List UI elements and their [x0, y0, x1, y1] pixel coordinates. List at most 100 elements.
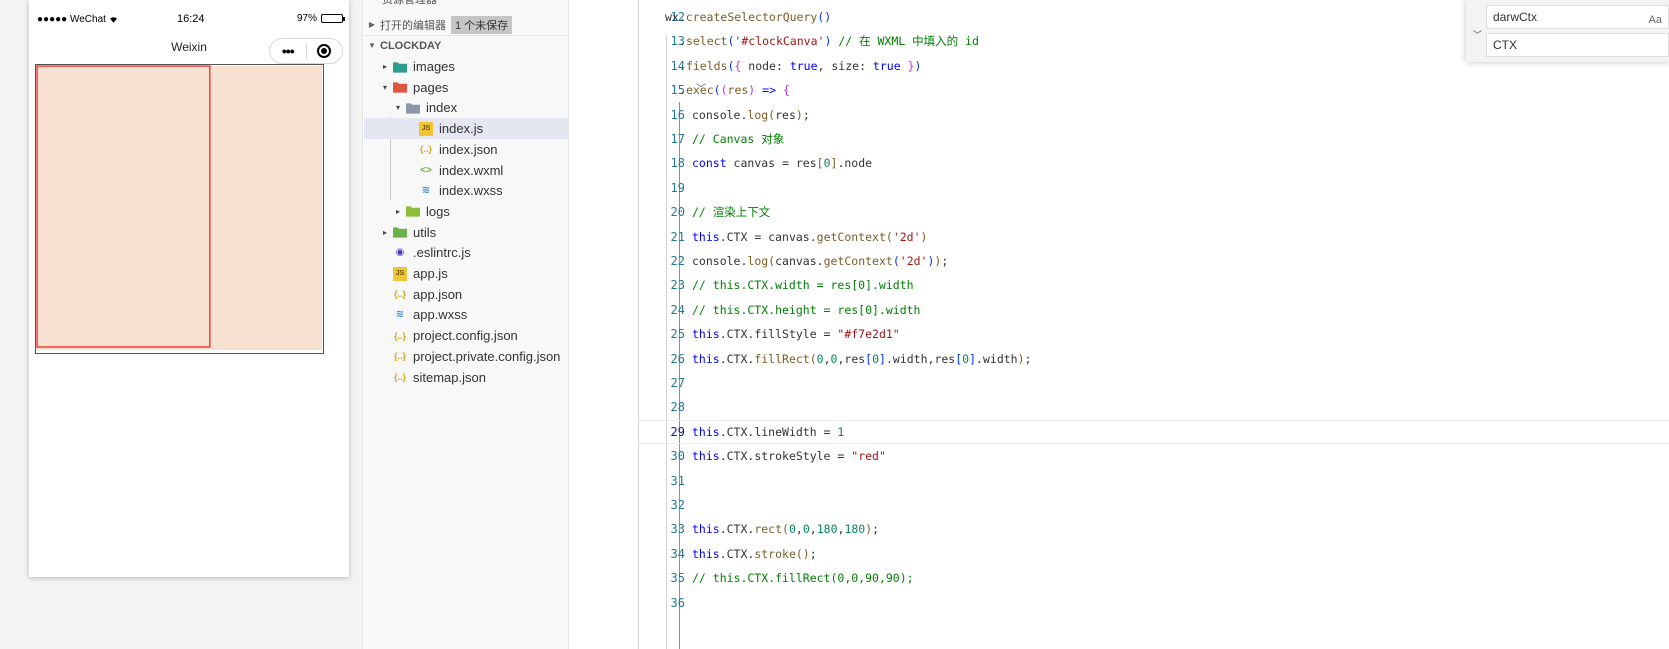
line-number: 27 — [670, 376, 685, 390]
code-token: "#f7e2d1" — [837, 327, 900, 342]
code-line[interactable]: const canvas = res[0].node — [692, 151, 872, 175]
code-line[interactable]: this.CTX.strokeStyle = "red" — [692, 444, 886, 468]
tree-item-utils[interactable]: ▸ utils — [364, 222, 568, 243]
chevron-right-icon[interactable]: ▸ — [393, 207, 403, 216]
code-token: } — [907, 58, 915, 73]
replace-input[interactable]: CTX — [1486, 33, 1669, 57]
chevron-right-icon: ▶ — [368, 20, 376, 29]
tree-item-app-json[interactable]: {..} app.json — [364, 284, 568, 305]
code-token: getContext — [823, 254, 893, 268]
explorer-title: 资源管理器 — [382, 0, 437, 6]
tree-item-project-config-json[interactable]: {..} project.config.json — [364, 325, 568, 346]
code-token: .CTX. — [719, 522, 755, 537]
code-line[interactable]: // this.CTX.width = res[0].width — [692, 273, 914, 297]
code-token: getContext — [816, 229, 886, 244]
code-line[interactable]: wx.createSelectorQuery() — [665, 5, 831, 29]
code-token: createSelectorQuery — [685, 10, 818, 24]
line-number: 22 — [670, 254, 685, 268]
folder-open-icon — [406, 101, 420, 115]
code-token: log — [747, 254, 769, 268]
tree-item-index[interactable]: ▾ index — [364, 97, 568, 118]
tree-item-eslintrc-js[interactable]: ◉ .eslintrc.js — [364, 242, 568, 263]
code-line[interactable]: this.CTX.fillRect(0,0,res[0].width,res[0… — [692, 347, 1031, 371]
chevron-down-icon[interactable]: ▾ — [380, 83, 390, 92]
tree-item-images[interactable]: ▸ images — [364, 56, 568, 77]
project-section[interactable]: ▼ CLOCKDAY — [364, 35, 568, 56]
code-line[interactable]: this.CTX = canvas.getContext('2d') — [692, 225, 927, 249]
tree-item-index-js[interactable]: JS index.js — [364, 118, 568, 140]
find-input[interactable]: darwCtx Aa — [1486, 5, 1669, 29]
code-token: this — [692, 424, 720, 439]
line-number: 28 — [670, 400, 685, 415]
tree-item-label: project.private.config.json — [413, 348, 561, 364]
js-file-icon: JS — [419, 121, 433, 136]
code-token: 0 — [872, 351, 880, 366]
code-line[interactable]: .exec((res) => { — [679, 78, 790, 102]
code-token: [ — [816, 156, 824, 171]
code-line[interactable]: this.CTX.stroke(); — [692, 542, 817, 566]
tree-item-app-wxss[interactable]: ≋ app.wxss — [364, 304, 568, 325]
line-number: 19 — [670, 180, 685, 195]
code-token: . — [679, 34, 686, 49]
code-line[interactable]: this.CTX.rect(0,0,180,180); — [692, 517, 879, 541]
code-token: , — [795, 522, 803, 537]
file-explorer: 资源管理器 ▶ 打开的编辑器 1 个未保存 ▼ CLOCKDAY ▸ images… — [364, 0, 569, 649]
chevron-right-icon[interactable]: ▸ — [380, 228, 390, 237]
code-token: select — [685, 34, 728, 49]
code-line[interactable]: console.log(res); — [692, 103, 810, 127]
chevron-down-icon[interactable]: ▾ — [393, 103, 403, 112]
code-line[interactable]: // Canvas 对象 — [692, 127, 784, 151]
code-token: ; — [872, 522, 880, 537]
code-token: .width,res — [885, 351, 956, 366]
tree-item-sitemap-json[interactable]: {..} sitemap.json — [364, 367, 568, 388]
wxml-file-icon: <> — [420, 164, 432, 176]
code-line[interactable]: // this.CTX.height = res[0].width — [692, 298, 920, 322]
tree-item-app-js[interactable]: JS app.js — [364, 263, 568, 284]
code-token: res — [727, 83, 749, 98]
code-line[interactable]: // this.CTX.fillRect(0,0,90,90); — [692, 566, 914, 590]
more-menu-button[interactable]: ••• — [270, 44, 306, 58]
close-miniprogram-button[interactable] — [306, 44, 342, 58]
tree-item-project-private-config-json[interactable]: {..} project.private.config.json — [364, 346, 568, 367]
code-line[interactable]: // 渲染上下文 — [692, 200, 770, 224]
code-token: ; — [1024, 351, 1032, 366]
code-token: // 渲染上下文 — [692, 205, 771, 220]
line-number: 24 — [670, 302, 685, 317]
chevron-down-icon[interactable]: ﹀ — [1473, 28, 1482, 41]
tree-item-label: app.wxss — [413, 307, 468, 323]
find-value: darwCtx — [1493, 10, 1538, 24]
code-token: this — [692, 449, 720, 464]
tree-item-pages[interactable]: ▾ pages — [364, 77, 568, 98]
code-token: ) — [920, 229, 928, 244]
find-replace-widget: ﹀ darwCtx Aa CTX — [1466, 0, 1669, 62]
code-line[interactable]: console.log(canvas.getContext('2d')); — [692, 249, 948, 273]
code-token: ; — [809, 546, 817, 561]
unsaved-badge: 1 个未保存 — [451, 15, 513, 34]
code-editor[interactable]: 12 wx.createSelectorQuery() 13 .select('#cl… — [570, 0, 1669, 649]
code-line[interactable]: .select('#clockCanva') // 在 WXML 中填入的 id — [679, 29, 979, 53]
battery-icon — [321, 14, 345, 23]
tree-item-index-wxml[interactable]: <> index.wxml — [364, 160, 568, 181]
code-line[interactable]: this.CTX.fillStyle = "#f7e2d1" — [692, 322, 900, 346]
code-token: console. — [692, 107, 748, 122]
chevron-right-icon[interactable]: ▸ — [380, 62, 390, 71]
code-token: log — [747, 107, 769, 122]
code-line[interactable]: .fields({ node: true, size: true }) — [679, 54, 921, 78]
tree-item-index-json[interactable]: {..} index.json — [364, 139, 568, 160]
code-line[interactable]: this.CTX.lineWidth = 1 — [692, 420, 844, 444]
code-token: ( — [713, 83, 721, 98]
code-token: // this.CTX.width = res[0].width — [692, 278, 914, 293]
tree-item-label: index — [426, 100, 458, 116]
match-case-toggle[interactable]: Aa — [1649, 14, 1662, 26]
line-number: 29 — [670, 424, 685, 439]
tree-item-logs[interactable]: ▸ logs — [364, 201, 568, 222]
open-editors-section[interactable]: ▶ 打开的编辑器 1 个未保存 — [364, 14, 568, 35]
folder-utils-icon — [393, 225, 407, 239]
folder-pages-icon — [393, 80, 407, 94]
code-token: , — [823, 351, 831, 366]
json-file-icon: {..} — [393, 289, 406, 300]
tree-item-index-wxss[interactable]: ≋ index.wxss — [364, 180, 568, 201]
tree-item-label: images — [413, 59, 455, 74]
simulator-panel: ●●●●● WeChat 16:24 97% Weixin ••• — [0, 0, 363, 649]
